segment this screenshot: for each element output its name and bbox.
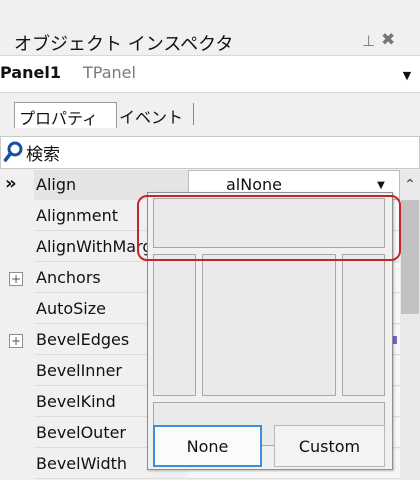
component-type: TPanel [83,63,136,82]
component-name: Panel1 [0,63,61,82]
align-left-option[interactable] [153,254,196,396]
tab-separator [193,103,194,125]
search-input[interactable] [0,136,420,169]
align-right-option[interactable] [342,254,385,396]
expand-anchors-icon[interactable]: + [9,272,23,286]
component-selector[interactable] [0,55,420,93]
align-client-option[interactable] [202,254,336,396]
align-none-button[interactable]: None [153,425,262,467]
pin-icon[interactable]: ⊥ [362,32,375,50]
chevron-down-icon[interactable]: ▼ [396,62,418,88]
panel-title: オブジェクト インスペクタ [14,34,234,55]
align-custom-button[interactable]: Custom [274,425,385,467]
scroll-up-icon[interactable]: ⌃ [400,170,420,200]
tab-properties[interactable]: プロパティ [14,102,117,128]
expand-beveledges-icon[interactable]: + [9,334,23,348]
search-label: 検索 [26,145,60,165]
scroll-thumb[interactable] [401,200,419,314]
annotation-highlight [137,195,401,261]
search-icon [3,140,25,164]
close-icon[interactable]: ✖ [381,30,395,50]
current-row-indicator-icon: » [5,173,17,194]
tab-events[interactable]: イベント [119,104,183,128]
